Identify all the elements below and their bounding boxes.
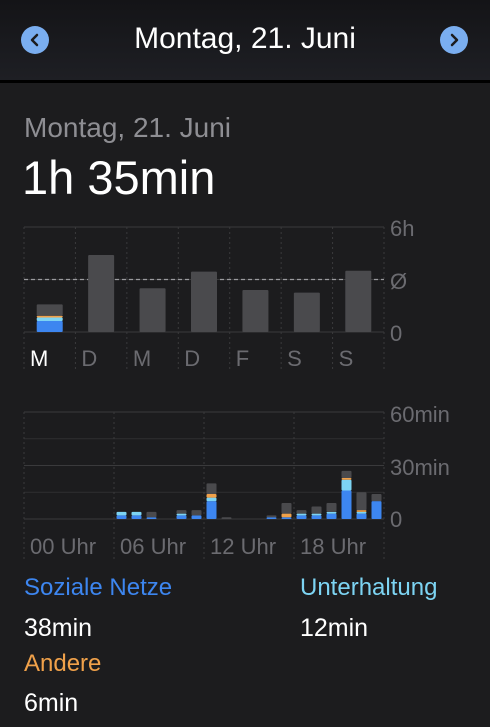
hour-bar-segment (296, 515, 307, 519)
week-bar-s-segment (345, 270, 372, 332)
category-time-entertainment: 12min (300, 614, 369, 642)
hour-bar-segment (281, 517, 292, 519)
hour-bar-segment (356, 492, 367, 511)
week-bar-s-segment (293, 292, 320, 332)
hour-bar-segment (341, 490, 352, 519)
hour-bar-segment (206, 497, 217, 502)
hour-bar-segment (311, 506, 322, 514)
category-label-other: Andere (24, 650, 102, 677)
hour-bar-segment (176, 513, 187, 516)
week-day-label: S (287, 346, 302, 371)
week-day-label: D (184, 346, 200, 371)
category-time-other: 6min (24, 689, 79, 717)
hour-bar-segment (311, 513, 322, 516)
hour-bar-segment (326, 513, 337, 519)
hour-bar-segment (131, 515, 142, 519)
hour-bar-segment (281, 502, 292, 514)
hour-bar-segment (266, 517, 277, 519)
hour-bar-segment (341, 479, 352, 491)
hour-bar-segment (206, 501, 217, 519)
hour-bar-segment (146, 517, 157, 519)
week-y-tick-label: Ø (390, 269, 407, 294)
hour-bar-segment (371, 494, 382, 502)
week-day-label: D (81, 346, 97, 371)
hour-bar-segment (296, 510, 307, 514)
hour-bar-segment (371, 501, 382, 519)
hour-x-tick-label: 00 Uhr (30, 534, 96, 559)
hour-bar-segment (116, 515, 127, 519)
week-day-label: M (30, 346, 48, 371)
hour-bar-segment (176, 515, 187, 519)
hour-bar-segment (206, 494, 217, 498)
category-label-entertainment: Unterhaltung (300, 574, 438, 601)
hour-bar-segment (191, 510, 202, 516)
category-time-social: 38min (24, 614, 93, 642)
hour-bar-segment (266, 515, 277, 518)
week-bar-d-segment (191, 271, 217, 332)
week-day-label: S (339, 346, 354, 371)
hour-bar-segment (356, 513, 367, 519)
week-bar-d-segment (88, 255, 115, 332)
hour-y-tick-label: 60min (390, 402, 450, 427)
hour-bar-segment (146, 511, 157, 518)
hour-bar-segment (326, 502, 337, 512)
hour-y-tick-label: 0 (390, 507, 402, 532)
hour-x-tick-label: 12 Uhr (210, 534, 276, 559)
week-y-tick-label: 6h (390, 216, 414, 241)
hour-bar-segment (296, 513, 307, 516)
hour-x-tick-label: 18 Uhr (300, 534, 366, 559)
week-bar-m-segment (36, 304, 63, 316)
hour-bar-segment (191, 515, 202, 519)
hour-bar-segment (341, 477, 352, 480)
hour-bar-segment (341, 470, 352, 478)
week-bar-f-segment (242, 290, 269, 332)
hour-bar-segment (326, 511, 337, 514)
hour-bar-segment (356, 510, 367, 512)
hour-bar-segment (116, 511, 127, 516)
week-day-label: M (133, 346, 151, 371)
week-bar-m-segment (139, 288, 166, 332)
week-bar-m-segment (36, 320, 63, 332)
hour-bar-segment (311, 515, 322, 519)
week-day-label: F (236, 346, 249, 371)
hour-bar-segment (176, 510, 187, 514)
week-y-tick-label: 0 (390, 321, 402, 346)
hour-x-tick-label: 06 Uhr (120, 534, 186, 559)
week-bar-m-segment (36, 317, 63, 321)
category-label-social: Soziale Netze (24, 574, 173, 601)
hour-y-tick-label: 30min (390, 455, 450, 480)
hour-bar-segment (281, 513, 292, 518)
hour-bar-segment (221, 517, 232, 519)
hour-bar-segment (356, 511, 367, 514)
week-bar-m-segment (36, 315, 63, 318)
hour-bar-segment (131, 511, 142, 516)
hour-bar-segment (206, 483, 217, 495)
